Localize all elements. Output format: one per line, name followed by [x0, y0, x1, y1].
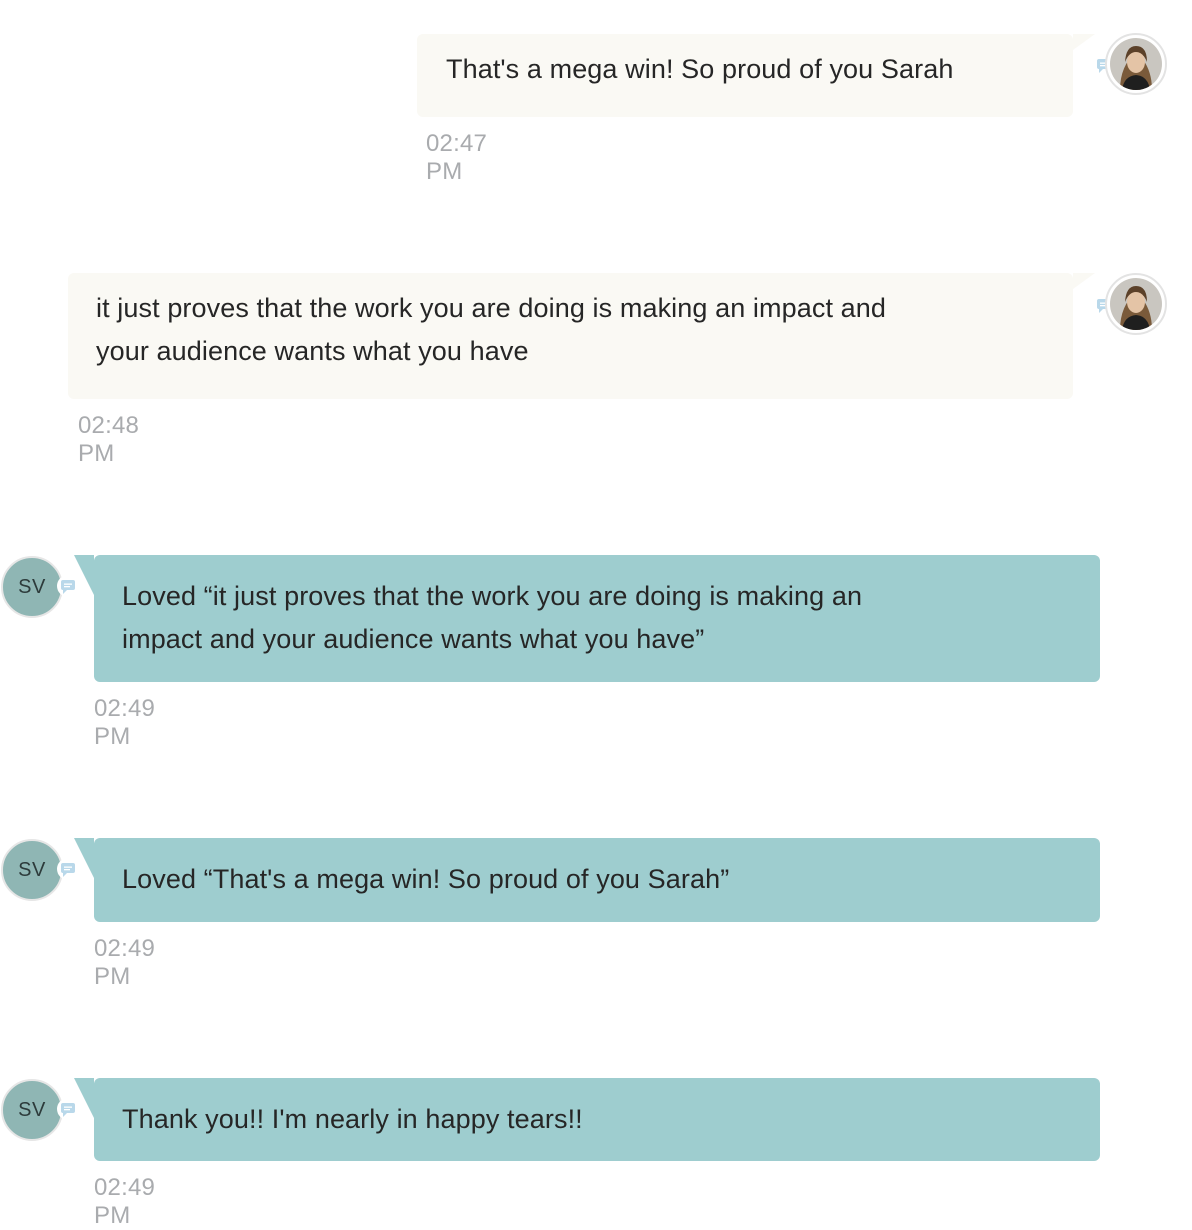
- message-text-line: your audience wants what you have: [96, 336, 529, 366]
- bubble-tail: [1073, 273, 1095, 289]
- message-bubble[interactable]: That's a mega win! So proud of you Sarah: [417, 34, 1073, 117]
- message-text-line: impact and your audience wants what you …: [122, 624, 705, 654]
- avatar-initials: SV: [18, 575, 46, 598]
- user-avatar[interactable]: [1105, 33, 1167, 95]
- message-bubble[interactable]: Thank you!! I'm nearly in happy tears!!: [94, 1078, 1100, 1161]
- message-timestamp: 02:48 PM: [78, 412, 140, 467]
- message-bubble[interactable]: it just proves that the work you are doi…: [68, 273, 1073, 399]
- avatar-initials: SV: [18, 1098, 46, 1121]
- avatar-initials: SV: [18, 858, 46, 881]
- message-text-line: That's a mega win! So proud of you Sarah: [446, 54, 954, 84]
- bubble-tail: [74, 555, 94, 595]
- message-text-line: Thank you!! I'm nearly in happy tears!!: [122, 1104, 583, 1134]
- message-text-line: Loved “That's a mega win! So proud of yo…: [122, 864, 730, 894]
- message-timestamp: 02:49 PM: [94, 695, 156, 750]
- message-bubble[interactable]: Loved “it just proves that the work you …: [94, 555, 1100, 682]
- message-timestamp: 02:49 PM: [94, 935, 156, 990]
- message-timestamp: 02:49 PM: [94, 1174, 156, 1229]
- contact-avatar[interactable]: SV: [1, 1079, 63, 1141]
- bubble-tail: [74, 838, 94, 878]
- message-timestamp: 02:47 PM: [426, 130, 488, 185]
- message-text-line: Loved “it just proves that the work you …: [122, 581, 863, 611]
- bubble-tail: [1073, 34, 1095, 50]
- message-bubble[interactable]: Loved “That's a mega win! So proud of yo…: [94, 838, 1100, 922]
- contact-avatar[interactable]: SV: [1, 839, 63, 901]
- contact-avatar[interactable]: SV: [1, 556, 63, 618]
- user-avatar[interactable]: [1105, 273, 1167, 335]
- bubble-tail: [74, 1078, 94, 1118]
- message-text-line: it just proves that the work you are doi…: [96, 293, 887, 323]
